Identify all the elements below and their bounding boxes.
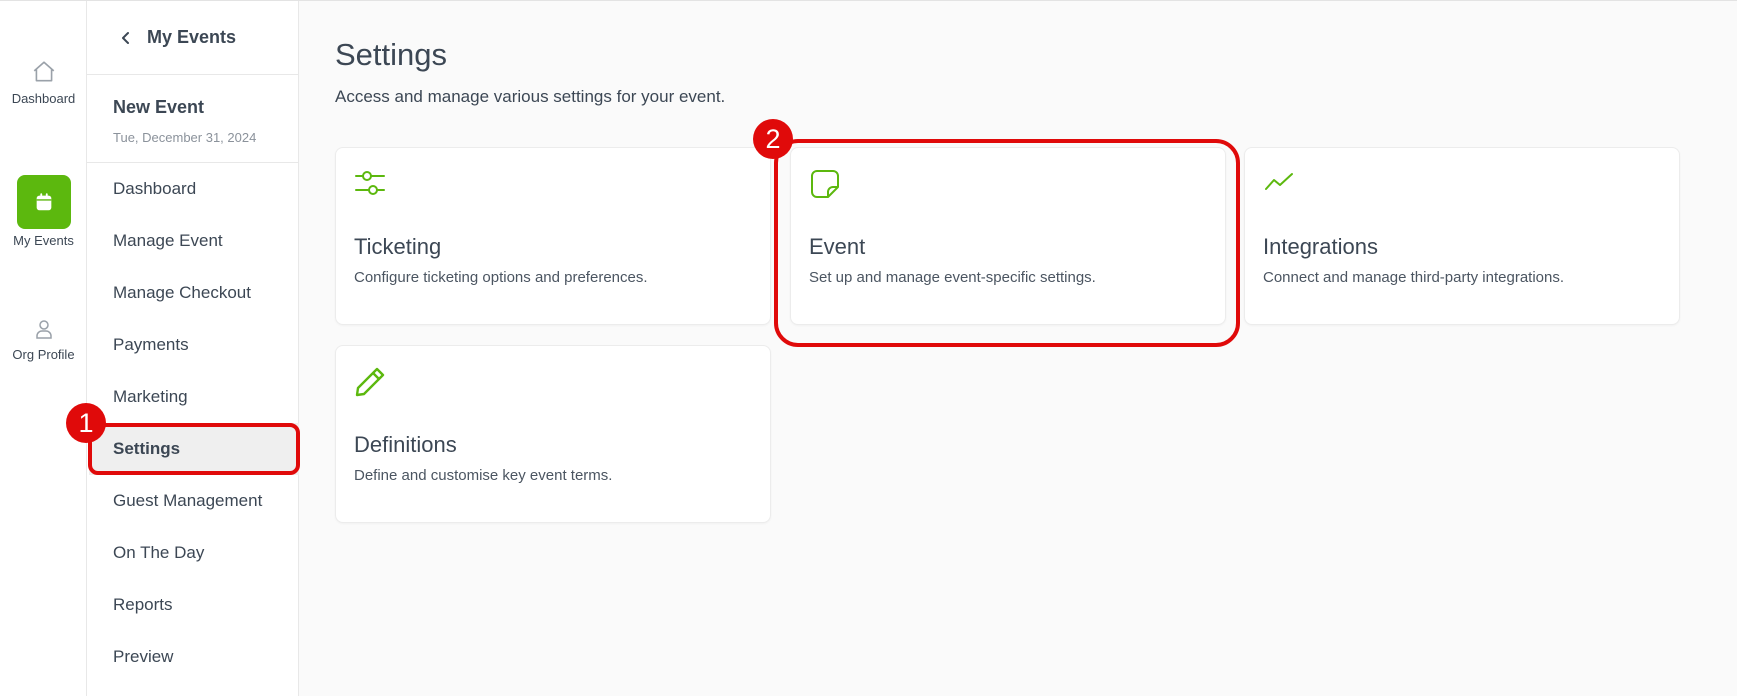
back-to-my-events[interactable]: My Events xyxy=(87,1,298,75)
sidebar-item-on-the-day[interactable]: On The Day xyxy=(87,527,298,579)
settings-card-integrations[interactable]: Integrations Connect and manage third-pa… xyxy=(1244,147,1680,325)
card-description: Define and customise key event terms. xyxy=(354,467,613,484)
rail-active-indicator xyxy=(16,175,71,229)
sticky-note-icon xyxy=(811,170,839,198)
sliders-icon xyxy=(355,171,385,195)
sidebar-nav: Dashboard Manage Event Manage Checkout P… xyxy=(87,163,299,683)
sidebar-item-dashboard[interactable]: Dashboard xyxy=(87,163,298,215)
card-title: Ticketing xyxy=(354,234,442,259)
sidebar-item-payments[interactable]: Payments xyxy=(87,319,298,371)
sidebar-item-preview[interactable]: Preview xyxy=(87,631,298,683)
step-badge-2: 2 xyxy=(753,119,793,159)
rail-item-my-events[interactable]: My Events xyxy=(0,175,87,248)
pencil-icon xyxy=(355,367,385,397)
rail-item-label: Org Profile xyxy=(12,347,75,362)
sidebar-item-reports[interactable]: Reports xyxy=(87,579,298,631)
card-description: Set up and manage event-specific setting… xyxy=(809,269,1096,286)
sidebar-item-guest-management[interactable]: Guest Management xyxy=(87,475,298,527)
card-description: Configure ticketing options and preferen… xyxy=(354,269,648,286)
rail-item-label: Dashboard xyxy=(11,91,76,106)
sidebar-item-manage-checkout[interactable]: Manage Checkout xyxy=(87,267,298,319)
page-subtitle: Access and manage various settings for y… xyxy=(335,87,726,106)
event-sidebar: My Events New Event Tue, December 31, 20… xyxy=(87,1,299,696)
chevron-left-icon xyxy=(122,31,129,44)
card-description: Connect and manage third-party integrati… xyxy=(1263,269,1565,286)
sidebar-item-marketing[interactable]: Marketing xyxy=(87,371,298,423)
event-name: New Event xyxy=(113,97,205,117)
settings-card-ticketing[interactable]: Ticketing Configure ticketing options an… xyxy=(335,147,771,325)
calendar-icon xyxy=(36,193,51,211)
step-badge-1: 1 xyxy=(66,403,106,443)
event-header: New Event Tue, December 31, 2024 xyxy=(87,75,298,163)
trend-line-icon xyxy=(1265,173,1293,190)
app-rail: Dashboard My Events Org Profile xyxy=(0,1,87,696)
card-title: Integrations xyxy=(1263,234,1378,259)
sidebar-item-settings[interactable]: Settings xyxy=(89,423,299,475)
settings-card-event[interactable]: Event Set up and manage event-specific s… xyxy=(790,147,1226,325)
rail-item-label: My Events xyxy=(13,233,74,248)
sidebar-item-manage-event[interactable]: Manage Event xyxy=(87,215,298,267)
card-title: Definitions xyxy=(354,432,457,457)
card-title: Event xyxy=(809,234,866,259)
user-icon xyxy=(35,320,52,339)
page-title: Settings xyxy=(335,37,448,72)
back-label: My Events xyxy=(147,27,237,47)
event-date: Tue, December 31, 2024 xyxy=(113,130,257,145)
home-icon xyxy=(33,61,54,82)
settings-card-definitions[interactable]: Definitions Define and customise key eve… xyxy=(335,345,771,523)
rail-item-org-profile[interactable]: Org Profile xyxy=(0,317,87,362)
app-window: Dashboard My Events Org Profile My Event… xyxy=(0,0,1737,696)
rail-item-dashboard[interactable]: Dashboard xyxy=(0,59,87,106)
